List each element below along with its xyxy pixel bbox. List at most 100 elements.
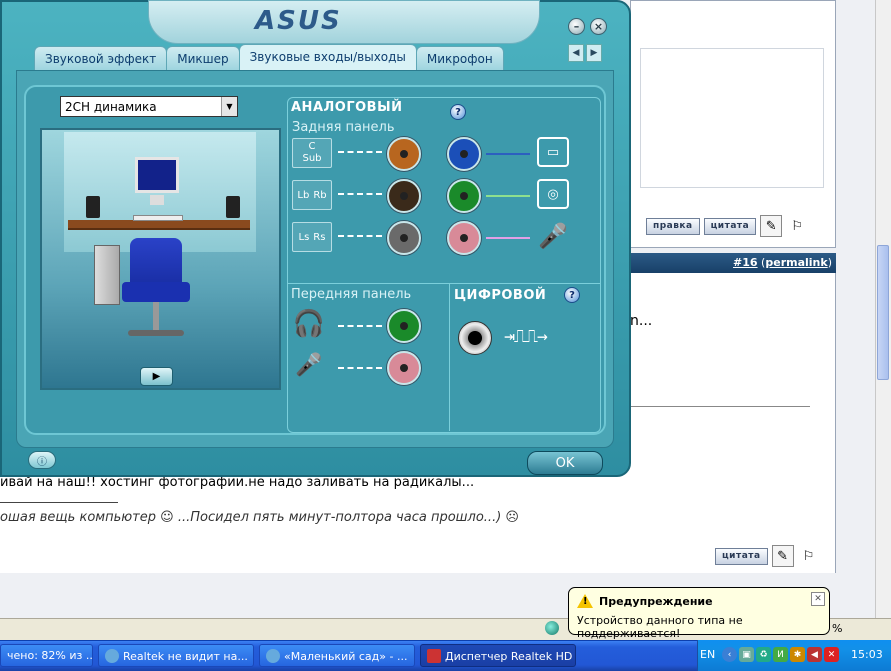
post-actions: правка цитата ✎ ⚐ xyxy=(646,215,808,237)
asus-logo: ASUS xyxy=(255,6,342,36)
front-panel-label: Передняя панель xyxy=(291,287,412,302)
tab-left-arrow-icon[interactable]: ◀ xyxy=(568,44,584,62)
edit-button[interactable]: правка xyxy=(646,217,700,235)
signature-start: ошая вещь компьютер xyxy=(0,510,157,525)
permalink-link[interactable]: permalink xyxy=(765,256,827,269)
arrow-line xyxy=(338,325,382,328)
antivirus-icon[interactable]: ✕ xyxy=(824,647,839,662)
speaker-config-value: 2CH динамика xyxy=(65,100,157,114)
jack-green[interactable] xyxy=(447,179,481,213)
multi-quote-icon[interactable]: ✎ xyxy=(760,215,783,237)
post-number-link[interactable]: #16 xyxy=(733,256,758,269)
tab-audio-io[interactable]: Звуковые входы/выходы xyxy=(238,44,417,70)
task-ie-realtek[interactable]: Realtek не видит на... xyxy=(98,644,254,667)
multi-quote-icon-2[interactable]: ✎ xyxy=(771,545,794,567)
desk-graphic xyxy=(68,220,250,230)
balloon-close-icon[interactable]: ✕ xyxy=(811,592,825,606)
ls-label: Ls xyxy=(298,231,310,243)
tray-arrow-icon[interactable]: ‹ xyxy=(722,647,737,662)
keyboard-graphic xyxy=(133,215,183,221)
line-in-device-icon: ▭ xyxy=(537,137,569,167)
balloon-title: Предупреждение xyxy=(599,594,713,608)
tray-app-icon[interactable]: И xyxy=(773,647,788,662)
post-text: ивай на наш!! хостинг фотографии.не надо… xyxy=(0,475,475,490)
front-out-cable xyxy=(486,195,530,198)
tab-sound-effect[interactable]: Звуковой эффект xyxy=(34,46,168,70)
ok-button[interactable]: OK xyxy=(527,451,603,475)
update-icon[interactable]: ♻ xyxy=(756,647,771,662)
digital-divider xyxy=(449,283,450,431)
info-button[interactable]: ⓘ xyxy=(28,451,56,469)
quote-button[interactable]: цитата xyxy=(703,217,757,235)
forum-text-area[interactable] xyxy=(640,48,824,188)
rb-label: Rb xyxy=(313,189,327,201)
mic-cable xyxy=(486,237,530,240)
front-jack-pink[interactable] xyxy=(387,351,421,385)
left-speaker-graphic xyxy=(86,196,100,218)
network-icon[interactable]: ▣ xyxy=(739,647,754,662)
arrow-line xyxy=(338,235,382,238)
right-speaker-graphic xyxy=(226,196,240,218)
digital-title: ЦИФРОВОЙ xyxy=(454,288,547,303)
tab-right-arrow-icon[interactable]: ▶ xyxy=(586,44,602,62)
analog-help-icon[interactable]: ? xyxy=(450,104,466,120)
side-lr-label: Ls Rs xyxy=(292,222,332,252)
report-icon[interactable]: ⚐ xyxy=(786,215,808,237)
minimize-button[interactable]: – xyxy=(568,18,585,35)
close-button[interactable]: × xyxy=(590,18,607,35)
spdif-jack[interactable] xyxy=(458,321,492,355)
confused-smiley-icon: ☹ xyxy=(505,510,519,525)
report-icon-2[interactable]: ⚐ xyxy=(798,545,820,567)
monitor-stand xyxy=(150,195,164,205)
chair-base-graphic xyxy=(128,330,184,336)
scrollbar-thumb[interactable] xyxy=(877,245,889,380)
warning-balloon: Предупреждение Устройство данного типа н… xyxy=(568,587,830,640)
lb-label: Lb xyxy=(297,189,310,201)
jack-pink[interactable] xyxy=(447,221,481,255)
rear-panel-label: Задняя панель xyxy=(292,120,395,135)
jack-orange[interactable] xyxy=(387,137,421,171)
arrow-line xyxy=(338,367,382,370)
tab-bar: Звуковой эффект Микшер Звуковые входы/вы… xyxy=(16,44,614,70)
language-indicator[interactable]: EN xyxy=(700,648,715,661)
front-jack-green[interactable] xyxy=(387,309,421,343)
tray-app2-icon[interactable]: ✱ xyxy=(790,647,805,662)
task-label: «Маленький сад» - ... xyxy=(284,650,408,663)
zoom-level[interactable]: % xyxy=(832,622,842,635)
volume-warning-icon[interactable]: ◀ xyxy=(807,647,822,662)
jack-black[interactable] xyxy=(387,179,421,213)
task-ie-garden[interactable]: «Маленький сад» - ... xyxy=(259,644,415,667)
clock[interactable]: 15:03 xyxy=(851,648,883,661)
task-download[interactable]: чено: 82% из ... xyxy=(0,644,93,667)
signature-divider xyxy=(0,502,118,503)
post-snippet: n... xyxy=(630,313,653,329)
tab-microphone[interactable]: Микрофон xyxy=(415,46,504,70)
quote-button-2[interactable]: цитата xyxy=(715,547,768,565)
pc-tower-graphic xyxy=(94,245,120,305)
test-play-button[interactable]: ▶ xyxy=(140,367,173,386)
logo-header xyxy=(148,0,540,44)
ie-icon xyxy=(105,649,119,663)
balloon-message: Устройство данного типа не поддерживаетс… xyxy=(577,614,743,640)
jack-gray[interactable] xyxy=(387,221,421,255)
digital-signal-icon: ⇥⎍⎍→ xyxy=(504,326,548,347)
play-icon: ▶ xyxy=(152,371,161,382)
line-in-cable xyxy=(486,153,530,156)
section-divider xyxy=(287,283,601,284)
rs-label: Rs xyxy=(313,231,326,243)
speaker-config-select[interactable]: 2CH динамика ▼ xyxy=(60,96,238,117)
smiley-icon: ☺ xyxy=(160,510,174,525)
signature-end: ...Посидел пять минут-полтора часа прошл… xyxy=(177,510,502,525)
task-realtek-manager[interactable]: Диспетчер Realtek HD xyxy=(420,644,576,667)
dropdown-arrow-icon[interactable]: ▼ xyxy=(221,97,237,116)
front-lr-label: Lb Rb xyxy=(292,180,332,210)
post-actions-2: цитата ✎ ⚐ xyxy=(715,545,820,567)
tab-mixer[interactable]: Микшер xyxy=(166,46,240,70)
arrow-line xyxy=(338,193,382,196)
jack-blue[interactable] xyxy=(447,137,481,171)
monitor-graphic xyxy=(135,157,179,193)
digital-help-icon[interactable]: ? xyxy=(564,287,580,303)
analog-title: АНАЛОГОВЫЙ xyxy=(291,100,403,115)
tray-icons: ‹ ▣ ♻ И ✱ ◀ ✕ xyxy=(722,647,839,662)
warning-icon xyxy=(577,594,593,608)
